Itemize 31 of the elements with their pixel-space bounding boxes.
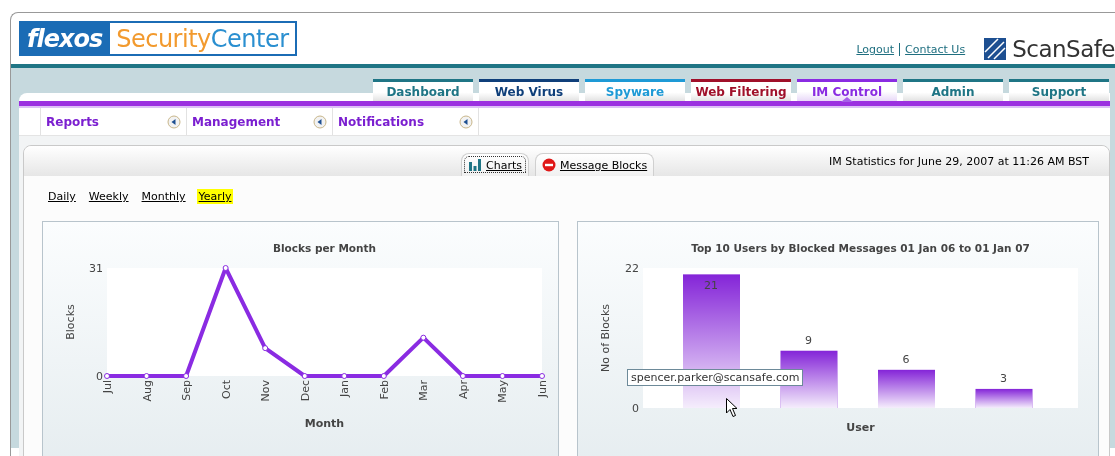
x-axis-title: User (846, 421, 875, 434)
x-tick-label: Dec (298, 380, 312, 402)
x-tick-label: Oct (219, 380, 233, 400)
x-tick-label: Sep (180, 380, 194, 401)
tooltip: spencer.parker@scansafe.com (627, 369, 804, 386)
x-tick-label: Jun (536, 380, 549, 398)
x-tick-label: Jul (101, 380, 114, 394)
y-tick-label: 0 (96, 370, 103, 383)
x-tick-label: Apr (456, 380, 470, 400)
x-tick-label: Mar (417, 380, 431, 401)
y-tick-label: 31 (89, 262, 103, 275)
x-tick-label: Jan (338, 380, 352, 397)
bar-value-label: 9 (805, 333, 812, 347)
product-logo: SecurityCenter (110, 21, 297, 56)
bar-value-label: 6 (902, 352, 910, 366)
y-tick-label: 0 (632, 402, 639, 415)
y-tick-label: 22 (625, 262, 639, 275)
x-tick-label: Feb (377, 380, 391, 400)
x-tick-label: Nov (259, 380, 273, 402)
brand-logo: flexos (19, 21, 111, 56)
timestamp: IM Statistics for June 29, 2007 at 11:26 AM BST (829, 154, 1090, 168)
bar-value-label: 21 (704, 279, 718, 293)
x-tick-label: Aug (140, 380, 154, 402)
y-axis-title: Blocks (64, 304, 77, 340)
x-tick-label: May (496, 380, 510, 403)
chart-title: Blocks per Month (273, 242, 376, 254)
x-axis-title: Month (304, 417, 345, 430)
vendor-logo: ScanSafe (1012, 35, 1115, 62)
y-axis-title: No of Blocks (599, 304, 612, 372)
bar-value-label: 3 (1000, 371, 1007, 385)
chart-title: Top 10 Users by Blocked Messages 01 Jan 06 to 01 Jan 07 (691, 242, 1030, 254)
